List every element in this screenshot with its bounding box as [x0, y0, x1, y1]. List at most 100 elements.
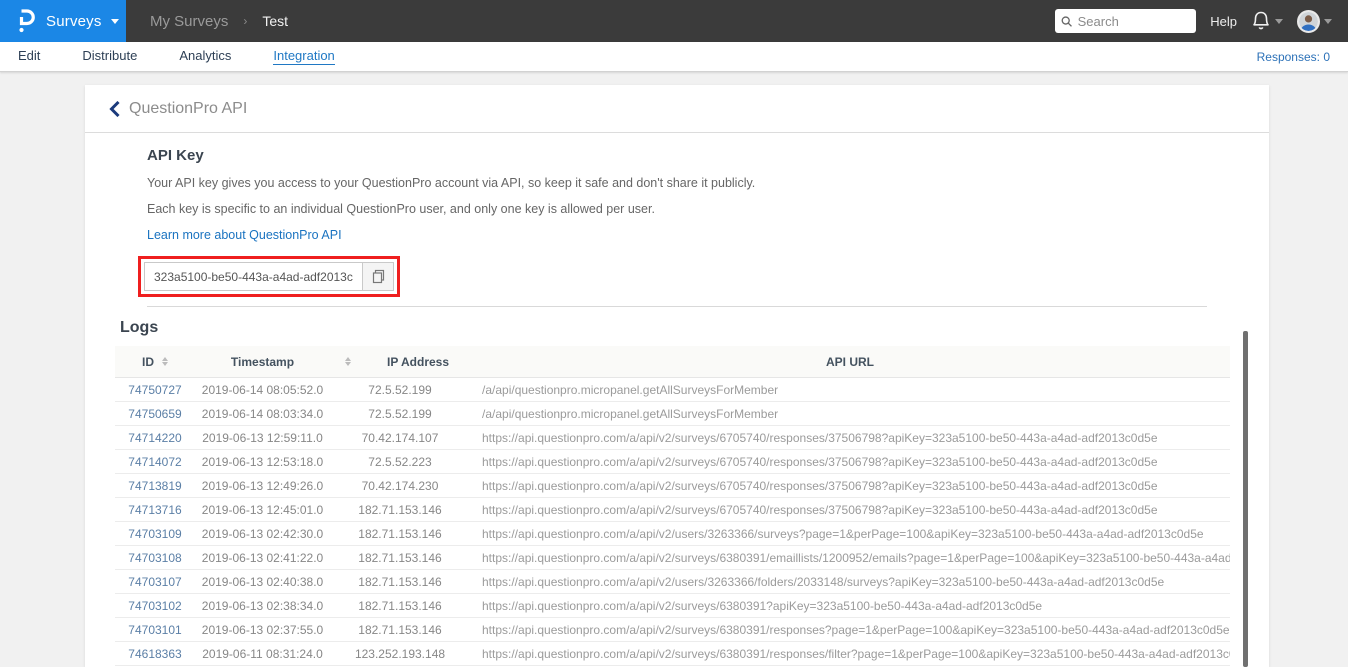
learn-more-link[interactable]: Learn more about QuestionPro API	[147, 228, 342, 242]
log-ip-address: 72.5.52.199	[368, 406, 432, 421]
tabs: Edit Distribute Analytics Integration	[18, 48, 335, 65]
log-id-link[interactable]: 74713716	[115, 503, 195, 517]
log-api-url: https://api.questionpro.com/a/api/v2/sur…	[482, 622, 1230, 637]
log-timestamp: 2019-06-13 12:49:26.0	[201, 478, 324, 493]
log-row: 74618363 2019-06-11 08:31:24.0 123.252.193…	[115, 642, 1230, 666]
breadcrumb-current: Test	[262, 13, 289, 29]
log-timestamp: 2019-06-11 08:31:24.0	[202, 646, 323, 661]
log-timestamp: 2019-06-14 08:03:34.0	[201, 406, 324, 421]
chevron-left-icon	[109, 100, 120, 117]
responses-count[interactable]: Responses: 0	[1257, 50, 1330, 64]
account-menu-button[interactable]	[1297, 9, 1332, 33]
log-timestamp: 2019-06-13 02:41:22.0	[201, 550, 324, 565]
log-id-link[interactable]: 74714220	[115, 431, 195, 445]
logs-table-header: ID Timestamp IP Address API URL	[115, 346, 1230, 378]
chevron-down-icon	[1324, 18, 1332, 24]
breadcrumb-separator-icon: ›	[243, 14, 248, 28]
tab-edit[interactable]: Edit	[18, 48, 40, 65]
logs-heading: Logs	[120, 319, 159, 336]
log-id-link[interactable]: 74703101	[115, 623, 195, 637]
vertical-scrollbar[interactable]	[1243, 331, 1248, 667]
log-id-link[interactable]: 74714072	[115, 455, 195, 469]
api-key-field[interactable]	[144, 262, 363, 291]
integration-panel: QuestionPro API API Key Your API key giv…	[85, 85, 1269, 667]
log-ip-address: 182.71.153.146	[358, 598, 442, 613]
log-ip-address: 182.71.153.146	[358, 550, 442, 565]
log-api-url: https://api.questionpro.com/a/api/v2/sur…	[482, 502, 1158, 517]
column-header-timestamp[interactable]: Timestamp	[195, 355, 330, 369]
log-ip-address: 182.71.153.146	[358, 526, 442, 541]
top-bar: Surveys My Surveys › Test Help	[0, 0, 1348, 42]
log-api-url: https://api.questionpro.com/a/api/v2/sur…	[482, 646, 1230, 661]
tab-integration[interactable]: Integration	[273, 48, 335, 65]
copy-api-key-button[interactable]	[363, 262, 394, 291]
log-api-url: https://api.questionpro.com/a/api/v2/sur…	[482, 430, 1158, 445]
log-row: 74714220 2019-06-13 12:59:11.0 70.42.174.1…	[115, 426, 1230, 450]
search-icon	[1061, 15, 1073, 27]
log-api-url: https://api.questionpro.com/a/api/v2/sur…	[482, 598, 1043, 613]
log-row: 74750727 2019-06-14 08:05:52.0 72.5.52.199…	[115, 378, 1230, 402]
log-timestamp: 2019-06-13 02:38:34.0	[201, 598, 324, 613]
log-api-url: https://api.questionpro.com/a/api/v2/sur…	[482, 454, 1158, 469]
log-row: 74703108 2019-06-13 02:41:22.0 182.71.153.…	[115, 546, 1230, 570]
log-api-url: https://api.questionpro.com/a/api/v2/use…	[482, 526, 1204, 541]
api-key-description-2: Each key is specific to an individual Qu…	[147, 202, 655, 216]
column-header-api-url: API URL	[826, 354, 874, 369]
log-row: 74703102 2019-06-13 02:38:34.0 182.71.153.…	[115, 594, 1230, 618]
panel-header: QuestionPro API	[85, 85, 1269, 133]
log-row: 74703107 2019-06-13 02:40:38.0 182.71.153.…	[115, 570, 1230, 594]
tab-distribute[interactable]: Distribute	[82, 48, 137, 65]
avatar	[1297, 9, 1320, 33]
log-ip-address: 123.252.193.148	[354, 646, 446, 661]
log-id-link[interactable]: 74703109	[115, 527, 195, 541]
log-ip-address: 72.5.52.223	[368, 454, 432, 469]
log-api-url: https://api.questionpro.com/a/api/v2/sur…	[482, 478, 1158, 493]
logs-table-body: 74750727 2019-06-14 08:05:52.0 72.5.52.199…	[115, 378, 1230, 666]
log-timestamp: 2019-06-13 02:42:30.0	[201, 526, 324, 541]
column-header-id[interactable]: ID	[115, 355, 195, 369]
column-header-ip: IP Address	[386, 354, 450, 369]
topbar-right-cluster: Help	[1055, 9, 1348, 33]
log-api-url: https://api.questionpro.com/a/api/v2/use…	[482, 574, 1165, 589]
log-row: 74714072 2019-06-13 12:53:18.0 72.5.52.223…	[115, 450, 1230, 474]
log-api-url: https://api.questionpro.com/a/api/v2/sur…	[482, 550, 1230, 565]
logs-table: ID Timestamp IP Address API URL 74750727…	[115, 346, 1230, 666]
log-id-link[interactable]: 74703107	[115, 575, 195, 589]
api-key-section: API Key Your API key gives you access to…	[85, 133, 1269, 307]
log-id-link[interactable]: 74703108	[115, 551, 195, 565]
log-ip-address: 182.71.153.146	[358, 502, 442, 517]
sort-icon[interactable]	[162, 357, 168, 366]
breadcrumb-parent[interactable]: My Surveys	[150, 13, 228, 30]
back-button[interactable]	[109, 100, 120, 117]
log-id-link[interactable]: 74750727	[115, 383, 195, 397]
log-timestamp: 2019-06-13 02:40:38.0	[201, 574, 324, 589]
log-id-link[interactable]: 74703102	[115, 599, 195, 613]
search-input[interactable]	[1077, 13, 1191, 29]
tab-analytics[interactable]: Analytics	[179, 48, 231, 65]
log-timestamp: 2019-06-13 12:59:11.0	[202, 430, 323, 445]
chevron-down-icon	[1275, 18, 1283, 24]
log-row: 74703109 2019-06-13 02:42:30.0 182.71.153.…	[115, 522, 1230, 546]
sort-icon-timestamp[interactable]	[330, 357, 366, 366]
questionpro-logo-icon	[16, 8, 35, 34]
logs-section: Logs ID Timestamp IP Address API URL 747…	[85, 319, 1269, 666]
log-id-link[interactable]: 74713819	[115, 479, 195, 493]
log-ip-address: 72.5.52.199	[368, 382, 432, 397]
log-api-url: /a/api/questionpro.micropanel.getAllSurv…	[482, 406, 779, 421]
notifications-button[interactable]	[1251, 10, 1283, 32]
help-link[interactable]: Help	[1210, 14, 1237, 29]
api-key-heading: API Key	[147, 147, 204, 164]
log-id-link[interactable]: 74750659	[115, 407, 195, 421]
product-menu-label: Surveys	[46, 12, 102, 30]
log-id-link[interactable]: 74618363	[115, 647, 195, 661]
bell-icon	[1253, 11, 1269, 30]
chevron-down-icon	[110, 18, 119, 24]
log-ip-address: 70.42.174.107	[361, 430, 439, 445]
log-timestamp: 2019-06-14 08:05:52.0	[201, 382, 324, 397]
survey-tab-bar: Edit Distribute Analytics Integration Respo…	[0, 42, 1348, 72]
panel-title: QuestionPro API	[129, 99, 248, 117]
section-divider	[147, 306, 1207, 307]
log-ip-address: 182.71.153.146	[358, 622, 442, 637]
log-ip-address: 182.71.153.146	[358, 574, 442, 589]
product-menu[interactable]: Surveys	[0, 0, 126, 42]
